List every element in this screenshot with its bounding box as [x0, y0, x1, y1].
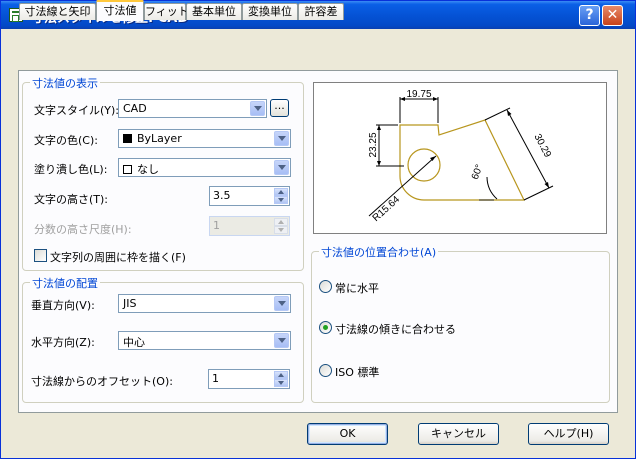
radio-always-horizontal[interactable] [319, 280, 332, 293]
offset-label: 寸法線からのオフセット(O): [31, 375, 173, 388]
align-with-dim-line-label: 寸法線の傾きに合わせる [335, 323, 456, 336]
cancel-button[interactable]: キャンセル [418, 423, 499, 445]
always-horizontal-label: 常に水平 [335, 282, 379, 295]
fill-color-label: 塗り潰し色(L): [34, 163, 108, 176]
preview-shape [399, 119, 525, 201]
tab-fit[interactable]: フィット [144, 3, 189, 20]
tab-tolerances[interactable]: 許容差 [298, 3, 344, 20]
horizontal-combo[interactable]: 中心 [118, 331, 291, 350]
spin-up-icon[interactable] [274, 371, 288, 379]
text-placement-title: 寸法値の配置 [30, 275, 100, 291]
dim-angle-text: 60° [470, 163, 486, 181]
dim-angle-arc [486, 176, 498, 200]
text-color-value: ByLayer [137, 132, 182, 145]
dim-right-ext-top [484, 107, 511, 121]
horizontal-label: 水平方向(Z): [31, 336, 95, 349]
spin-down-icon[interactable] [274, 196, 288, 204]
vertical-value: JIS [123, 297, 137, 310]
offset-value: 1 [212, 372, 219, 385]
text-alignment-title: 寸法値の位置合わせ(A) [319, 244, 439, 260]
preview-pane: 19.75 23.25 30.29 60° R15.64 [313, 82, 607, 234]
dim-radius-text: R15.64 [371, 194, 403, 224]
preview-drawing: 19.75 23.25 30.29 60° R15.64 [368, 89, 554, 224]
radio-align-with-dim-line[interactable] [319, 321, 332, 334]
fill-color-combo[interactable]: なし [118, 158, 291, 177]
frame-text-label: 文字列の周囲に枠を描く(F) [50, 251, 186, 264]
text-style-combo[interactable]: CAD [118, 99, 267, 118]
tab-text[interactable]: 寸法値 [96, 0, 144, 21]
spin-down-icon[interactable] [274, 379, 288, 387]
text-height-input[interactable]: 3.5 [209, 186, 290, 206]
tab-primary-units[interactable]: 基本単位 [186, 3, 242, 20]
text-style-label: 文字スタイル(Y): [34, 104, 120, 117]
fraction-scale-value: 1 [213, 219, 220, 232]
text-color-combo[interactable]: ByLayer [118, 129, 291, 148]
text-style-value: CAD [123, 102, 147, 115]
fraction-scale-input[interactable]: 1 [209, 216, 290, 236]
dim-left-text: 23.25 [368, 132, 379, 157]
help-titlebar-button[interactable]: ? [579, 5, 600, 26]
spin-down-icon [274, 226, 288, 234]
vertical-label: 垂直方向(V): [31, 299, 95, 312]
text-appearance-title: 寸法値の表示 [30, 75, 100, 91]
text-height-label: 文字の高さ(T): [34, 193, 109, 206]
close-button[interactable]: ✕ [602, 5, 623, 26]
offset-input[interactable]: 1 [208, 369, 290, 389]
color-swatch-icon [123, 134, 132, 143]
tab-alternate-units[interactable]: 変換単位 [242, 3, 298, 20]
empty-swatch-icon [123, 165, 132, 174]
tab-lines-arrows[interactable]: 寸法線と矢印 [19, 3, 96, 20]
chevron-down-icon[interactable] [274, 333, 289, 348]
spin-up-icon[interactable] [274, 188, 288, 196]
dim-right-text: 30.29 [531, 132, 553, 160]
ok-button[interactable]: OK [307, 423, 388, 445]
chevron-down-icon[interactable] [274, 131, 289, 146]
fraction-scale-label: 分数の高さ尺度(H): [34, 223, 132, 236]
help-button[interactable]: ヘルプ(H) [528, 423, 609, 445]
vertical-combo[interactable]: JIS [118, 294, 291, 313]
horizontal-value: 中心 [123, 336, 145, 349]
chevron-down-icon[interactable] [274, 160, 289, 175]
text-height-value: 3.5 [213, 189, 231, 202]
spin-up-icon [274, 218, 288, 226]
dim-top-text: 19.75 [406, 89, 431, 100]
chevron-down-icon[interactable] [274, 296, 289, 311]
frame-text-checkbox[interactable] [34, 249, 47, 262]
chevron-down-icon[interactable] [250, 101, 265, 116]
text-color-label: 文字の色(C): [34, 134, 98, 147]
iso-standard-label: ISO 標準 [335, 366, 380, 379]
fill-color-value: なし [137, 163, 159, 176]
text-style-browse-button[interactable]: ... [270, 99, 289, 117]
radio-iso-standard[interactable] [319, 364, 332, 377]
